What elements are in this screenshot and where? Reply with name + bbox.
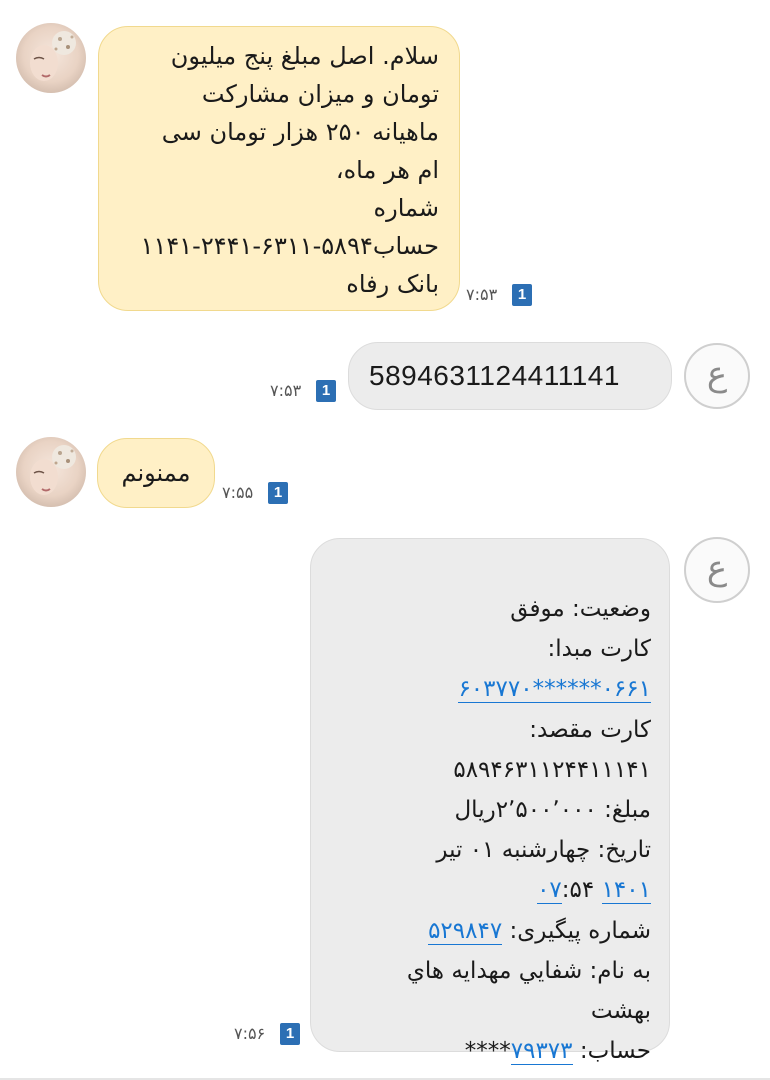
message-bubble-incoming[interactable]: ممنونم bbox=[97, 438, 215, 508]
receipt-source-card: ۶۰۳۷۷۰******۰۶۶۱ bbox=[321, 669, 651, 709]
avatar-photo-icon bbox=[16, 437, 86, 507]
message-bubble-outgoing[interactable]: 5894631124411141 bbox=[348, 342, 672, 410]
contact-avatar[interactable]: ع bbox=[684, 537, 750, 603]
time-hour-link[interactable]: ۰۷ bbox=[537, 877, 562, 905]
tracking-label: شماره پیگیری: bbox=[509, 917, 651, 944]
message-time: ۷:۵۵ bbox=[222, 483, 254, 502]
sender-avatar[interactable] bbox=[16, 437, 86, 507]
contact-avatar[interactable]: ع bbox=[684, 343, 750, 409]
account-label: حساب: bbox=[579, 1038, 651, 1065]
message-bubble-outgoing-receipt[interactable]: وضعیت: موفق کارت مبدا: ۶۰۳۷۷۰******۰۶۶۱ … bbox=[310, 538, 670, 1066]
time-minutes: :۵۴ bbox=[561, 877, 595, 904]
receipt-date-continued: ۱۴۰۱ ۰۷:۵۴ bbox=[321, 870, 651, 910]
sim-1-icon: 1 bbox=[512, 284, 532, 306]
receipt-name: به نام: شفايي مهدايه هاي bbox=[406, 957, 651, 984]
receipt-time: ۰۷:۵۴ bbox=[537, 877, 595, 905]
account-number-link[interactable]: ۷۹۳۷۳ bbox=[510, 1038, 573, 1066]
sim-1-icon: 1 bbox=[280, 1023, 300, 1045]
account-mask: **** bbox=[464, 1038, 511, 1065]
receipt-dest-card: ۵۸۹۴۶۳۱۱۲۴۴۱۱۱۴۱ bbox=[453, 756, 651, 783]
sim-1-icon: 1 bbox=[268, 482, 288, 504]
source-card-link[interactable]: ۶۰۳۷۷۰******۰۶۶۱ bbox=[458, 676, 651, 704]
receipt-status: وضعیت: موفق bbox=[510, 596, 651, 622]
receipt-name-continued: بهشت bbox=[590, 998, 651, 1025]
date-year-link[interactable]: ۱۴۰۱ bbox=[601, 877, 651, 905]
tracking-number-link[interactable]: ۵۲۹۸۴۷ bbox=[428, 917, 503, 945]
message-bubble-incoming[interactable]: سلام. اصل مبلغ پنج میلیون تومان و میزان … bbox=[98, 26, 460, 311]
receipt-date: تاریخ: چهارشنبه ۰۱ تیر bbox=[436, 837, 651, 864]
sim-1-icon: 1 bbox=[316, 380, 336, 402]
message-text: 5894631124411141 bbox=[369, 360, 620, 391]
sender-avatar[interactable] bbox=[16, 23, 86, 93]
message-time: ۷:۵۳ bbox=[270, 381, 302, 400]
receipt-amount: مبلغ: ۲٬۵۰۰٬۰۰۰ریال bbox=[454, 797, 651, 824]
message-time: ۷:۵۶ bbox=[234, 1024, 266, 1043]
message-time: ۷:۵۳ bbox=[466, 285, 498, 304]
receipt-account: حساب: ۷۹۳۷۳**** bbox=[321, 1031, 651, 1071]
receipt-dest-label: کارت مقصد: bbox=[529, 716, 651, 743]
avatar-photo-icon bbox=[16, 23, 86, 93]
receipt-source-label: کارت مبدا: bbox=[547, 636, 652, 663]
message-text: ممنونم bbox=[121, 459, 191, 487]
message-text: سلام. اصل مبلغ پنج میلیون تومان و میزان … bbox=[140, 42, 439, 298]
receipt-tracking: شماره پیگیری: ۵۲۹۸۴۷ bbox=[321, 911, 651, 951]
